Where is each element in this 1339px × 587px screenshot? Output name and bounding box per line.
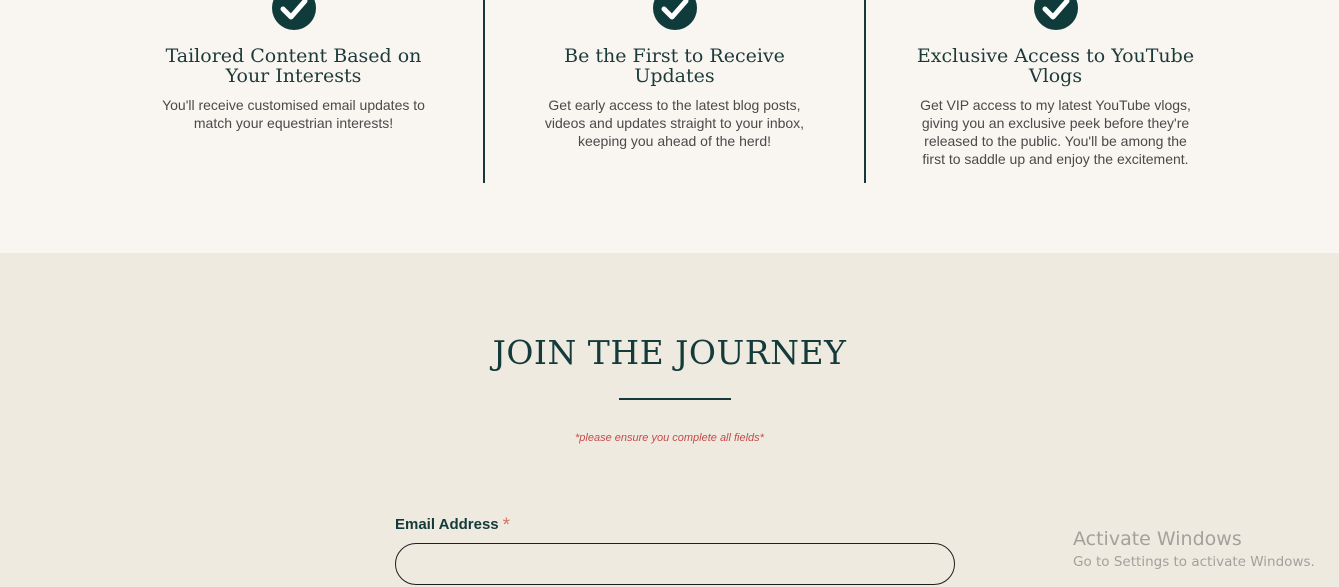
feature-description-line: videos and updates straight to your inbo… [544,115,805,131]
feature-description-line: first to saddle up and enjoy the excitem… [922,151,1189,167]
feature-title-line: Updates [634,65,715,87]
feature-title-line: Exclusive Access to YouTube [916,45,1195,67]
heading-underline [619,398,731,400]
feature-description-line: match your equestrian interests! [193,115,394,131]
benefits-section: Tailored Content Based on Your Interests… [0,0,1339,253]
feature-description-line: Get VIP access to my latest YouTube vlog… [920,97,1191,113]
feature-description: Get VIP access to my latest YouTube vlog… [865,96,1246,168]
feature-title: Be the First to Receive Updates [484,46,865,86]
feature-description-line: released to the public. You'll be among … [924,133,1187,149]
vertical-divider [483,0,485,183]
feature-description-line: Get early access to the latest blog post… [548,97,801,113]
check-circle-icon [652,0,697,30]
watermark-title: Activate Windows [1073,528,1242,550]
required-asterisk: * [502,515,511,536]
feature-title-line: Be the First to Receive [564,45,785,67]
feature-title-line: Your Interests [225,65,362,87]
required-fields-note: *please ensure you complete all fields* [575,432,764,444]
signup-heading: JOIN THE JOURNEY [492,333,847,372]
feature-description-line: giving you an exclusive peek before they… [921,115,1190,131]
feature-title: Tailored Content Based on Your Interests [103,46,484,86]
feature-description: You'll receive customised email updates … [103,96,484,132]
watermark-subtitle: Go to Settings to activate Windows. [1073,554,1315,570]
check-circle-icon [271,0,316,30]
feature-title-line: Tailored Content Based on [165,45,422,67]
email-label-text: Email Address [395,516,499,533]
feature-title-line: Vlogs [1028,65,1083,87]
windows-activation-watermark: Activate Windows Go to Settings to activ… [1073,528,1315,574]
email-label: Email Address * [395,515,510,537]
feature-description: Get early access to the latest blog post… [484,96,865,150]
feature-description-line: keeping you ahead of the herd! [577,133,772,149]
feature-description-line: You'll receive customised email updates … [162,97,425,113]
feature-title: Exclusive Access to YouTube Vlogs [865,46,1246,86]
check-circle-icon [1033,0,1078,30]
email-field[interactable] [395,543,955,585]
